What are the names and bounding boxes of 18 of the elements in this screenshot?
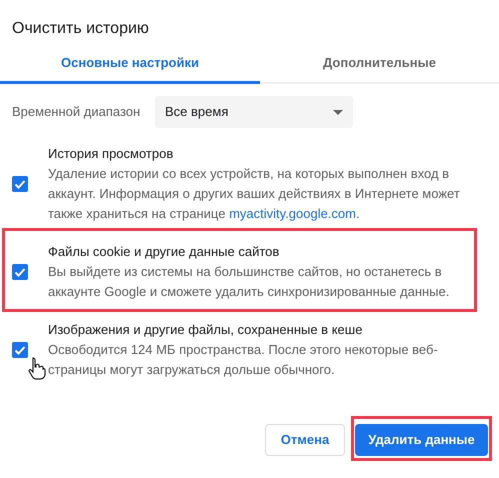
option-description: Вы выйдете из системы на большинстве сайтов, но останетесь в аккаунте Google и сможете удалить синхронизированные данные. <box>48 263 450 301</box>
checkbox[interactable] <box>12 176 28 192</box>
dialog-title: Очистить историю <box>11 19 150 39</box>
option-description: Освободится 124 МБ пространства. После этого некоторые веб-страницы могут загружаться дольше обычного. <box>48 341 439 379</box>
checkbox[interactable] <box>12 342 28 358</box>
tab[interactable]: Основные настройки <box>0 44 260 84</box>
delete-button[interactable]: Удалить данные <box>355 424 488 456</box>
caret-icon <box>333 110 343 114</box>
cancel-button[interactable]: Отмена <box>265 424 345 456</box>
option-description: Удаление истории со всех устройств, на которых выполнен вход в аккаунт. Информация о других ваших действиях в Интернете может также храниться на странице myactivity.google.com. <box>48 165 461 223</box>
option-title: История просмотров <box>48 145 174 163</box>
checkbox[interactable] <box>12 264 28 280</box>
tab[interactable]: Дополнительные <box>260 44 499 84</box>
option-title: Изображения и другие файлы, сохраненные в кеше <box>48 321 364 339</box>
time-range-dropdown[interactable]: Все время <box>155 96 353 128</box>
field-label: Временной диапазон <box>12 103 142 122</box>
option-title: Файлы cookie и другие данные сайтов <box>48 243 280 261</box>
link[interactable]: myactivity.google.com <box>229 206 356 221</box>
